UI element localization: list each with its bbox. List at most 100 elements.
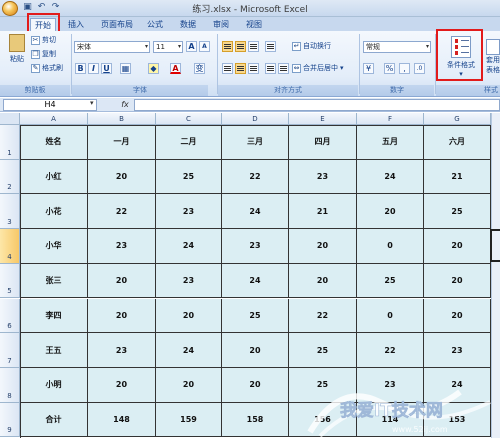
table-cell[interactable]: 148 bbox=[88, 402, 156, 438]
align-bottom-button[interactable] bbox=[248, 41, 259, 52]
increase-decimal-button[interactable]: .0 bbox=[414, 63, 425, 74]
table-cell[interactable]: 25 bbox=[289, 333, 357, 368]
format-painter-button[interactable]: ✎ 格式刷 bbox=[31, 63, 63, 73]
copy-button[interactable]: ❐ 复制 bbox=[31, 49, 56, 59]
table-cell[interactable]: 24 bbox=[222, 263, 289, 299]
table-cell[interactable]: 21 bbox=[424, 159, 491, 195]
table-header-cell[interactable]: 四月 bbox=[289, 125, 357, 160]
table-cell[interactable]: 23 bbox=[156, 194, 222, 230]
merge-center-button[interactable]: ⇔ 合并后居中 ▾ bbox=[292, 63, 344, 73]
align-left-button[interactable] bbox=[222, 63, 233, 74]
table-cell[interactable]: 22 bbox=[289, 298, 357, 334]
active-cell-h4[interactable] bbox=[490, 229, 500, 262]
tab-page-layout[interactable]: 页面布局 bbox=[97, 18, 137, 31]
row-header-9[interactable]: 9 bbox=[0, 402, 20, 438]
row-header-4[interactable]: 4 bbox=[0, 229, 20, 264]
table-cell[interactable]: 20 bbox=[88, 263, 156, 299]
table-cell[interactable]: 25 bbox=[357, 263, 424, 299]
row-header-1[interactable]: 1 bbox=[0, 125, 20, 160]
table-cell[interactable]: 114 bbox=[357, 402, 424, 438]
tab-data[interactable]: 数据 bbox=[176, 18, 200, 31]
fill-color-button[interactable]: ◆ bbox=[148, 63, 159, 74]
tab-review[interactable]: 审阅 bbox=[209, 18, 233, 31]
shrink-font-button[interactable]: A bbox=[199, 41, 210, 52]
table-cell[interactable]: 小明 bbox=[20, 367, 88, 403]
table-cell[interactable]: 小红 bbox=[20, 159, 88, 195]
italic-button[interactable]: I bbox=[88, 63, 99, 74]
table-cell[interactable]: 24 bbox=[357, 159, 424, 195]
orientation-button[interactable] bbox=[265, 41, 276, 52]
column-header-e[interactable]: E bbox=[289, 113, 357, 125]
table-cell[interactable]: 小花 bbox=[20, 194, 88, 230]
table-cell[interactable]: 24 bbox=[424, 367, 491, 403]
font-size-select[interactable]: 11 ▾ bbox=[153, 41, 183, 53]
table-cell[interactable]: 23 bbox=[88, 333, 156, 368]
table-cell[interactable]: 158 bbox=[222, 402, 289, 438]
chevron-down-icon[interactable]: ▾ bbox=[90, 99, 94, 107]
increase-indent-button[interactable] bbox=[278, 63, 289, 74]
table-header-cell[interactable]: 五月 bbox=[357, 125, 424, 160]
table-cell[interactable]: 20 bbox=[424, 298, 491, 334]
align-top-button[interactable] bbox=[222, 41, 233, 52]
table-cell[interactable]: 24 bbox=[222, 194, 289, 230]
decrease-indent-button[interactable] bbox=[265, 63, 276, 74]
format-as-table-button[interactable]: 套用 表格格 bbox=[486, 39, 500, 75]
grow-font-button[interactable]: A bbox=[186, 41, 197, 52]
table-cell[interactable]: 20 bbox=[156, 298, 222, 334]
table-cell[interactable]: 0 bbox=[357, 229, 424, 264]
row-header-8[interactable]: 8 bbox=[0, 367, 20, 403]
table-cell[interactable]: 25 bbox=[222, 298, 289, 334]
table-cell[interactable]: 23 bbox=[424, 333, 491, 368]
row-header-7[interactable]: 7 bbox=[0, 333, 20, 368]
tab-view[interactable]: 视图 bbox=[242, 18, 266, 31]
table-cell[interactable]: 20 bbox=[357, 194, 424, 230]
row-header-2[interactable]: 2 bbox=[0, 159, 20, 195]
align-right-button[interactable] bbox=[248, 63, 259, 74]
table-header-cell[interactable]: 三月 bbox=[222, 125, 289, 160]
table-cell[interactable]: 合计 bbox=[20, 402, 88, 438]
column-header-d[interactable]: D bbox=[222, 113, 289, 125]
column-header-c[interactable]: C bbox=[156, 113, 222, 125]
table-cell[interactable]: 22 bbox=[222, 159, 289, 195]
formula-input[interactable] bbox=[134, 99, 500, 111]
table-cell[interactable]: 23 bbox=[156, 263, 222, 299]
number-format-select[interactable]: 常规 ▾ bbox=[363, 41, 431, 53]
table-cell[interactable]: 22 bbox=[357, 333, 424, 368]
font-color-button[interactable]: A bbox=[170, 63, 181, 74]
table-cell[interactable]: 24 bbox=[156, 229, 222, 264]
table-cell[interactable]: 23 bbox=[289, 159, 357, 195]
table-cell[interactable]: 20 bbox=[289, 263, 357, 299]
currency-button[interactable]: ¥ bbox=[363, 63, 374, 74]
table-cell[interactable]: 李四 bbox=[20, 298, 88, 334]
row-header-5[interactable]: 5 bbox=[0, 263, 20, 299]
table-cell[interactable]: 王五 bbox=[20, 333, 88, 368]
paste-button[interactable]: 粘贴 bbox=[6, 34, 28, 64]
table-cell[interactable]: 20 bbox=[289, 229, 357, 264]
table-cell[interactable]: 23 bbox=[88, 229, 156, 264]
table-cell[interactable]: 0 bbox=[357, 298, 424, 334]
column-header-b[interactable]: B bbox=[88, 113, 156, 125]
table-cell[interactable]: 小华 bbox=[20, 229, 88, 264]
table-cell[interactable]: 20 bbox=[156, 367, 222, 403]
font-name-select[interactable]: 宋体 ▾ bbox=[74, 41, 150, 53]
table-cell[interactable]: 22 bbox=[88, 194, 156, 230]
table-cell[interactable]: 20 bbox=[222, 367, 289, 403]
table-cell[interactable]: 20 bbox=[88, 298, 156, 334]
align-middle-button[interactable] bbox=[235, 41, 246, 52]
table-cell[interactable]: 23 bbox=[357, 367, 424, 403]
underline-button[interactable]: U bbox=[101, 63, 112, 74]
tab-insert[interactable]: 插入 bbox=[64, 18, 88, 31]
table-cell[interactable]: 张三 bbox=[20, 263, 88, 299]
row-header-6[interactable]: 6 bbox=[0, 298, 20, 334]
table-cell[interactable]: 25 bbox=[424, 194, 491, 230]
table-cell[interactable]: 20 bbox=[222, 333, 289, 368]
wrap-text-button[interactable]: ↵ 自动换行 bbox=[292, 41, 331, 51]
table-header-cell[interactable]: 一月 bbox=[88, 125, 156, 160]
align-center-button[interactable] bbox=[235, 63, 246, 74]
table-cell[interactable]: 23 bbox=[222, 229, 289, 264]
name-box[interactable]: H4 bbox=[3, 99, 97, 111]
table-header-cell[interactable]: 姓名 bbox=[20, 125, 88, 160]
table-cell[interactable]: 21 bbox=[289, 194, 357, 230]
tab-formulas[interactable]: 公式 bbox=[143, 18, 167, 31]
border-button[interactable]: ▦ bbox=[120, 63, 131, 74]
